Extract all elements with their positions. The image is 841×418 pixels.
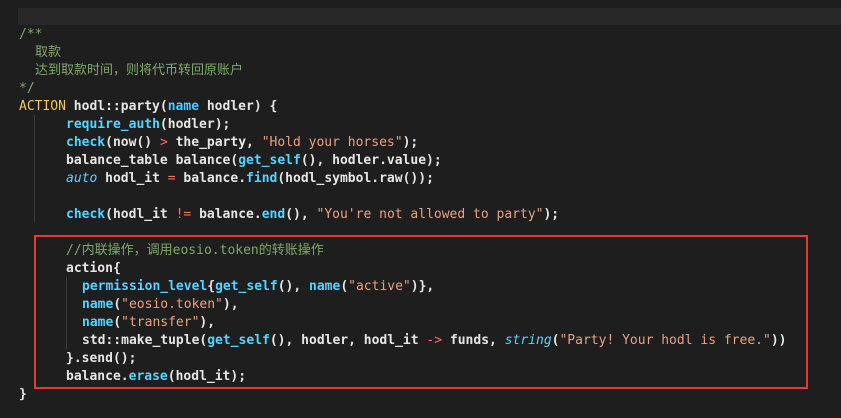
code-line: } [19, 387, 27, 402]
token-operator: != [175, 207, 192, 222]
token-text: balance_table balance( [66, 153, 239, 168]
code-editor[interactable]: /** 取款 达到取款时间，则将代币转回原账户 */ ACTION hodl::… [0, 0, 841, 418]
token-text: (now() [105, 135, 160, 150]
code-line: */ [19, 81, 35, 96]
token-keyword: ACTION [19, 99, 66, 114]
code-line: check(hodl_it != balance.end(), "You're … [66, 206, 559, 224]
token-string: "Hold your horses" [261, 135, 403, 150]
token-text: ); [543, 207, 560, 222]
token-function: end [261, 207, 286, 222]
token-text: (), hodler.value); [300, 153, 442, 168]
indent-guide [34, 115, 35, 223]
code-line: ACTION hodl::party(name hodler) { [19, 98, 277, 116]
token-function: find [246, 171, 278, 186]
code-line: require_auth(hodler); [66, 116, 230, 134]
token-function: require_auth [66, 117, 160, 132]
code-line: /** [19, 27, 43, 42]
token-function: check [66, 207, 106, 222]
token-text: ); [402, 135, 419, 150]
token-operator: = [167, 171, 176, 186]
token-operator: > [159, 135, 168, 150]
token-text: hodl::party( [65, 99, 168, 114]
code-line: 达到取款时间，则将代币转回原账户 [35, 63, 244, 78]
token-type: name [167, 99, 200, 114]
token-function: get_self [238, 153, 301, 168]
token-function: check [66, 135, 106, 150]
code-line: 取款 [35, 45, 62, 60]
token-text: (), [285, 207, 317, 222]
token-text: (hodl_it [105, 207, 176, 222]
current-line-highlight [18, 8, 841, 25]
token-text: hodler) { [199, 99, 278, 114]
code-line: auto hodl_it = balance.find(hodl_symbol.… [66, 170, 434, 188]
token-text: hodl_it [97, 171, 168, 186]
token-text: (hodler); [159, 117, 231, 132]
token-string: "You're not allowed to party" [316, 207, 544, 222]
token-text: balance. [175, 171, 247, 186]
annotation-highlight-box [34, 235, 808, 389]
token-type: auto [66, 171, 98, 186]
code-line: balance_table balance(get_self(), hodler… [66, 152, 442, 170]
token-text: the_party, [167, 135, 262, 150]
token-text: balance. [191, 207, 262, 222]
code-line: check(now() > the_party, "Hold your hors… [66, 134, 418, 152]
token-text: (hodl_symbol.raw()); [277, 171, 434, 186]
